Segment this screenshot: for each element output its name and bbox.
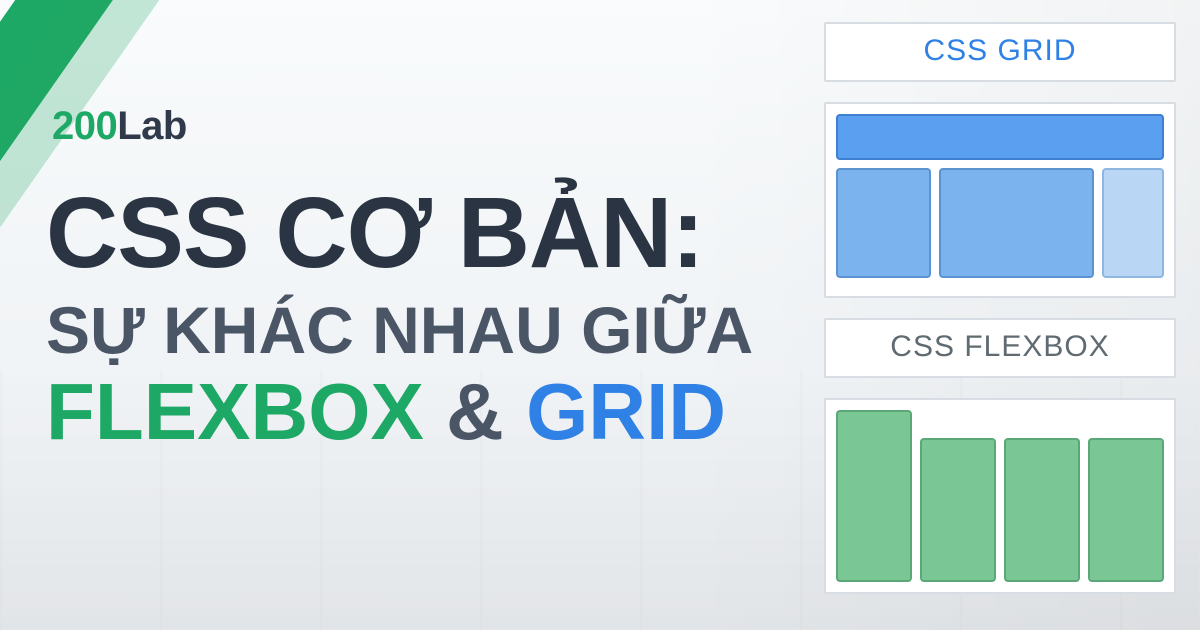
brand-text: Lab [117, 104, 187, 148]
flex-item-1 [836, 410, 912, 582]
headline-line-3: FLEXBOX & GRID [46, 370, 816, 455]
grid-cell-main [939, 168, 1094, 278]
grid-cell-header [836, 114, 1164, 160]
grid-label: CSS GRID [824, 22, 1176, 82]
headline-line-2: SỰ KHÁC NHAU GIỮA [46, 296, 816, 366]
brand-logo: 200Lab [52, 104, 187, 149]
keyword-grid: GRID [526, 367, 726, 456]
flex-item-3 [1004, 438, 1080, 582]
grid-cell-right [1102, 168, 1164, 278]
ampersand: & [446, 367, 504, 456]
keyword-flexbox: FLEXBOX [46, 367, 424, 456]
right-column: CSS GRID CSS FLEXBOX [824, 22, 1176, 594]
flex-item-4 [1088, 438, 1164, 582]
headline: CSS CƠ BẢN: SỰ KHÁC NHAU GIỮA FLEXBOX & … [46, 180, 816, 455]
headline-line-1: CSS CƠ BẢN: [46, 180, 816, 286]
brand-number: 200 [52, 104, 117, 148]
flex-item-2 [920, 438, 996, 582]
grid-diagram [824, 102, 1176, 298]
grid-cell-left [836, 168, 931, 278]
flexbox-label: CSS FLEXBOX [824, 318, 1176, 378]
flexbox-diagram [824, 398, 1176, 594]
